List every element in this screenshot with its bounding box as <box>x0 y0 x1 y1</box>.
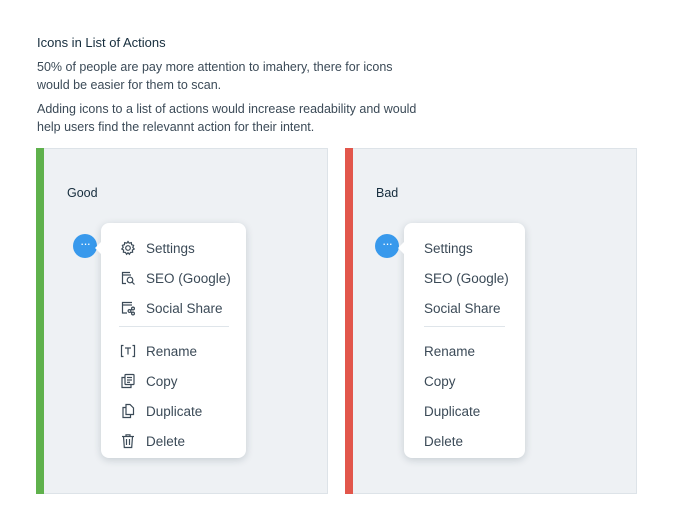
more-actions-button[interactable]: ··· <box>375 234 399 258</box>
menu-item-label: Duplicate <box>146 403 203 419</box>
menu-item-label: Social Share <box>424 300 501 316</box>
menu-item-settings[interactable]: Settings <box>101 235 246 261</box>
menu-item-label: Settings <box>146 240 195 256</box>
menu-item-label: Rename <box>424 343 476 359</box>
bad-indicator-bar <box>345 148 353 494</box>
rename-icon <box>119 342 137 360</box>
seo-icon <box>119 269 137 287</box>
actions-menu: Settings SEO (Google) Social Share Renam… <box>95 223 246 458</box>
menu-item-settings[interactable]: Settings <box>404 235 525 261</box>
menu-item-label: Duplicate <box>424 403 481 419</box>
delete-icon <box>119 432 137 450</box>
menu-item-delete[interactable]: Delete <box>101 428 246 454</box>
menu-item-rename[interactable]: Rename <box>101 338 246 364</box>
menu-item-copy[interactable]: Copy <box>101 368 246 394</box>
menu-divider <box>424 326 505 327</box>
page-title: Icons in List of Actions <box>37 35 166 50</box>
bad-example-panel: Bad ··· Settings SEO (Google) Social Sha… <box>345 148 637 494</box>
social-share-icon <box>119 299 137 317</box>
intro-paragraph-2: Adding icons to a list of actions would … <box>37 102 417 134</box>
menu-item-label: Rename <box>146 343 198 359</box>
menu-item-duplicate[interactable]: Duplicate <box>101 398 246 424</box>
good-indicator-bar <box>36 148 44 494</box>
more-actions-button[interactable]: ··· <box>73 234 97 258</box>
menu-item-label: Settings <box>424 240 473 256</box>
menu-item-label: Delete <box>424 433 464 449</box>
menu-item-label: Copy <box>424 373 456 389</box>
menu-item-social-share[interactable]: Social Share <box>101 295 246 321</box>
copy-icon <box>119 372 137 390</box>
menu-divider <box>119 326 229 327</box>
menu-item-seo[interactable]: SEO (Google) <box>101 265 246 291</box>
menu-item-duplicate[interactable]: Duplicate <box>404 398 525 424</box>
actions-menu: Settings SEO (Google) Social Share Renam… <box>398 223 525 458</box>
good-label: Good <box>67 186 98 200</box>
menu-item-label: SEO (Google) <box>424 270 509 286</box>
menu-item-social-share[interactable]: Social Share <box>404 295 525 321</box>
intro-paragraph-1: 50% of people are pay more attention to … <box>37 60 393 92</box>
menu-item-seo[interactable]: SEO (Google) <box>404 265 525 291</box>
menu-item-label: Social Share <box>146 300 223 316</box>
menu-item-label: Copy <box>146 373 178 389</box>
menu-item-rename[interactable]: Rename <box>404 338 525 364</box>
menu-item-label: Delete <box>146 433 186 449</box>
menu-item-copy[interactable]: Copy <box>404 368 525 394</box>
duplicate-icon <box>119 402 137 420</box>
bad-label: Bad <box>376 186 399 200</box>
good-example-panel: Good ··· Settings SEO (Google) Social Sh… <box>36 148 328 494</box>
menu-item-delete[interactable]: Delete <box>404 428 525 454</box>
settings-icon <box>119 239 137 257</box>
menu-item-label: SEO (Google) <box>146 270 231 286</box>
